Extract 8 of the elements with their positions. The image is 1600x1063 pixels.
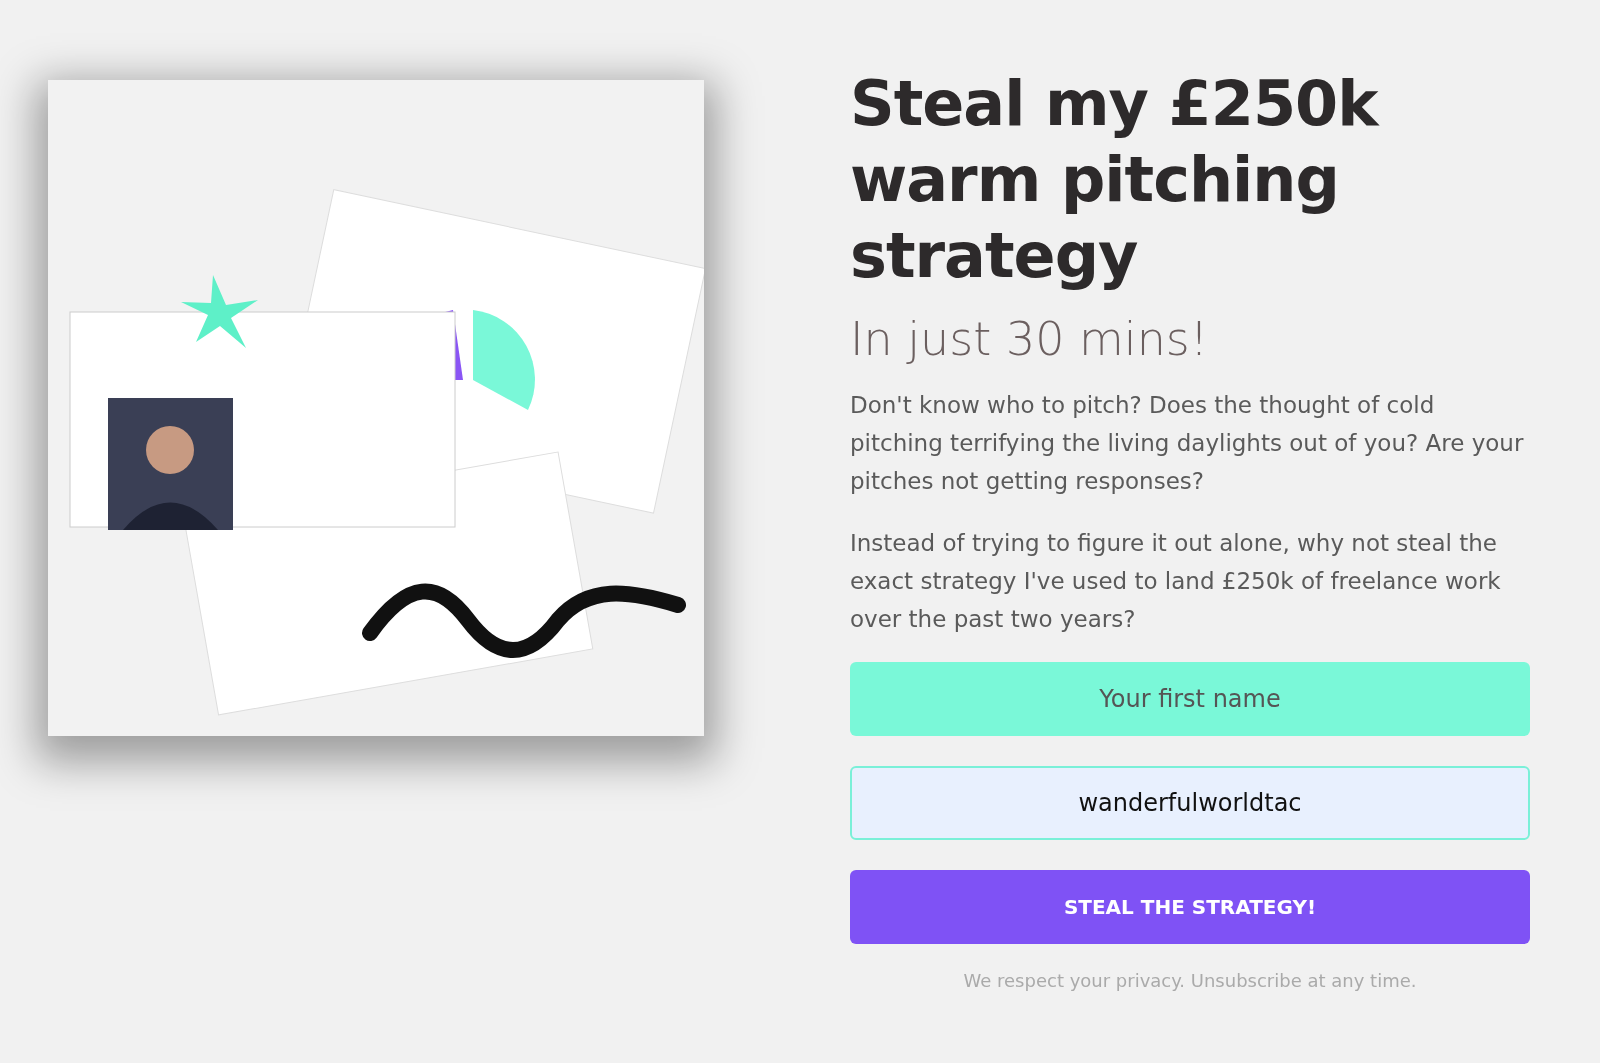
input-field[interactable]: Your first name [850,662,1530,736]
privacy-note: We respect your privacy. Unsubscribe at any time. [962,970,1418,991]
headline: Steal my £250k warm pitching strategy [850,66,1381,294]
paragraph: Instead of trying to figure it out alone, why not steal the exact strategy I've used to land £250k of freelance work over the past two years? [850,529,1502,634]
paragraph: Don't know who to pitch? Does the thought of cold pitching terrifying the living daylights out of you? Are your pitches not getting responses? [850,391,1525,496]
input-field[interactable]: wanderfulworldtac [850,766,1530,840]
subheadline: In just 30 mins! [850,312,1210,366]
submit-button[interactable]: STEAL THE STRATEGY! [850,870,1530,944]
